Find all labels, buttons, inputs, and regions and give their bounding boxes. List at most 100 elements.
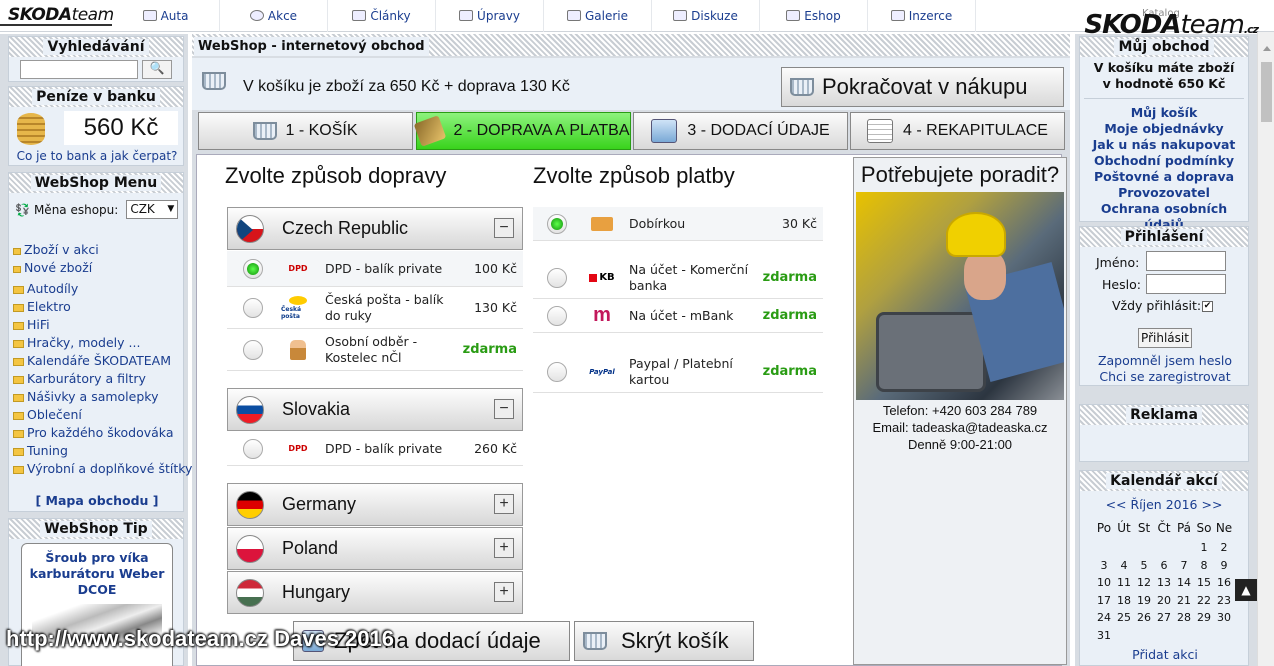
radio-unselected[interactable] [547,267,567,288]
calendar-day[interactable]: 13 [1154,576,1174,589]
step-delivery-details[interactable]: 3 - DODACÍ ÚDAJE [633,112,848,150]
calendar-day[interactable]: 27 [1154,611,1174,624]
how-to-buy-link[interactable]: Jak u nás nakupovat [1080,137,1248,153]
nav-upravy[interactable]: Úpravy [436,0,544,32]
page-scrollbar[interactable] [1257,32,1274,666]
calendar-day[interactable]: 6 [1154,559,1174,572]
scroll-up-arrow-icon[interactable] [1263,42,1271,51]
nav-eshop[interactable]: Eshop [760,0,868,32]
calendar-day[interactable]: 16 [1214,576,1234,589]
add-event-link[interactable]: Přidat akci [1080,647,1250,662]
radio-selected[interactable] [547,213,567,234]
expand-toggle[interactable]: + [494,538,514,558]
bank-info-link[interactable]: Co je to bank a jak čerpat? [9,149,185,163]
calendar-day[interactable]: 11 [1114,576,1134,589]
my-cart-link[interactable]: Můj košík [1080,105,1248,121]
calendar-day[interactable]: 20 [1154,594,1174,607]
calendar-day[interactable]: 17 [1094,594,1114,607]
category-item[interactable]: Autodíly [13,280,192,298]
calendar-day[interactable]: 21 [1174,594,1194,607]
login-password-input[interactable] [1146,274,1226,294]
shipping-option[interactable]: Osobní odběr - Kostelec nČl zdarma [227,329,523,371]
calendar-day[interactable]: 25 [1114,611,1134,624]
step-shipping-payment[interactable]: 2 - DOPRAVA A PLATBA [414,112,631,150]
category-item[interactable]: Hračky, modely ... [13,334,192,352]
country-germany[interactable]: Germany + [227,483,523,526]
calendar-month-nav[interactable]: << Říjen 2016 >> [1080,497,1248,512]
category-item[interactable]: Výrobní a doplňkové štítky [13,460,192,478]
nav-auta[interactable]: Auta [112,0,220,32]
nav-inzerce[interactable]: Inzerce [868,0,976,32]
calendar-day[interactable]: 26 [1134,611,1154,624]
terms-link[interactable]: Obchodní podmínky [1080,153,1248,169]
radio-unselected[interactable] [547,361,567,382]
hide-cart-button[interactable]: Skrýt košík [574,621,754,661]
payment-option[interactable]: Dobírkou 30 Kč [533,207,823,241]
category-item[interactable]: Zboží v akci [13,241,192,259]
calendar-day[interactable]: 14 [1174,576,1194,589]
calendar-day[interactable]: 31 [1094,629,1114,642]
login-button[interactable]: Přihlásit [1138,328,1192,348]
country-poland[interactable]: Poland + [227,527,523,570]
radio-selected[interactable] [243,258,263,279]
category-item[interactable]: Elektro [13,298,192,316]
category-item[interactable]: Karburátory a filtry [13,370,192,388]
calendar-day[interactable]: 5 [1134,559,1154,572]
country-hungary[interactable]: Hungary + [227,571,523,614]
country-slovakia[interactable]: Slovakia − [227,388,523,431]
tip-product-name[interactable]: Šroub pro víka karburátoru Weber DCOE [22,544,172,598]
calendar-day[interactable]: 18 [1114,594,1134,607]
calendar-day[interactable]: 4 [1114,559,1134,572]
remember-checkbox[interactable]: ✔ [1202,301,1213,312]
search-button[interactable]: 🔍 [142,60,172,79]
category-item[interactable]: Oblečení [13,406,192,424]
calendar-day[interactable]: 15 [1194,576,1214,589]
my-orders-link[interactable]: Moje objednávky [1080,121,1248,137]
calendar-day[interactable]: 7 [1174,559,1194,572]
nav-diskuze[interactable]: Diskuze [652,0,760,32]
calendar-day[interactable]: 19 [1134,594,1154,607]
radio-unselected[interactable] [243,297,263,318]
calendar-day[interactable]: 23 [1214,594,1234,607]
radio-unselected[interactable] [547,305,567,326]
shipping-link[interactable]: Poštovné a doprava [1080,169,1248,185]
calendar-day[interactable]: 10 [1094,576,1114,589]
radio-unselected[interactable] [243,438,263,459]
calendar-day[interactable]: 3 [1094,559,1114,572]
calendar-day[interactable]: 1 [1194,541,1214,554]
calendar-day[interactable]: 24 [1094,611,1114,624]
shipping-option[interactable]: DPD DPD - balík private 260 Kč [227,432,523,466]
calendar-day[interactable]: 8 [1194,559,1214,572]
category-item[interactable]: HiFi [13,316,192,334]
shop-map-link[interactable]: [ Mapa obchodu ] [9,493,185,508]
advice-email[interactable]: Email: tadeaska@tadeaska.cz [854,419,1066,436]
shipping-option[interactable]: Česká pošta Česká pošta - balík do ruky … [227,287,523,329]
forgot-password-link[interactable]: Zapomněl jsem heslo [1080,353,1250,368]
expand-toggle[interactable]: + [494,582,514,602]
site-logo[interactable]: SKODAteam [0,6,114,26]
country-czech-republic[interactable]: Czech Republic − [227,207,523,250]
currency-select[interactable]: CZK ▼ [126,200,179,219]
step-cart[interactable]: 1 - KOŠÍK [198,112,413,150]
login-name-input[interactable] [1146,251,1226,271]
nav-galerie[interactable]: Galerie [544,0,652,32]
expand-toggle[interactable]: + [494,494,514,514]
calendar-day[interactable]: 12 [1134,576,1154,589]
scrollbar-thumb[interactable] [1261,62,1272,122]
category-item[interactable]: Nášivky a samolepky [13,388,192,406]
collapse-toggle[interactable]: − [494,218,514,238]
step-summary[interactable]: 4 - REKAPITULACE [850,112,1065,150]
collapse-toggle[interactable]: − [494,399,514,419]
scroll-to-top-button[interactable]: ▲ [1235,579,1257,601]
calendar-day[interactable]: 22 [1194,594,1214,607]
calendar-day[interactable]: 9 [1214,559,1234,572]
category-item[interactable]: Pro každého škodováka [13,424,192,442]
register-link[interactable]: Chci se zaregistrovat [1080,369,1250,384]
calendar-day[interactable]: 29 [1194,611,1214,624]
calendar-day[interactable]: 2 [1214,541,1234,554]
payment-option[interactable]: KB Na účet - Komerční banka zdarma [533,257,823,299]
operator-link[interactable]: Provozovatel [1080,185,1248,201]
category-item[interactable]: Kalendáře ŠKODATEAM [13,352,192,370]
calendar-day[interactable]: 30 [1214,611,1234,624]
continue-shopping-button[interactable]: Pokračovat v nákupu [781,67,1064,107]
